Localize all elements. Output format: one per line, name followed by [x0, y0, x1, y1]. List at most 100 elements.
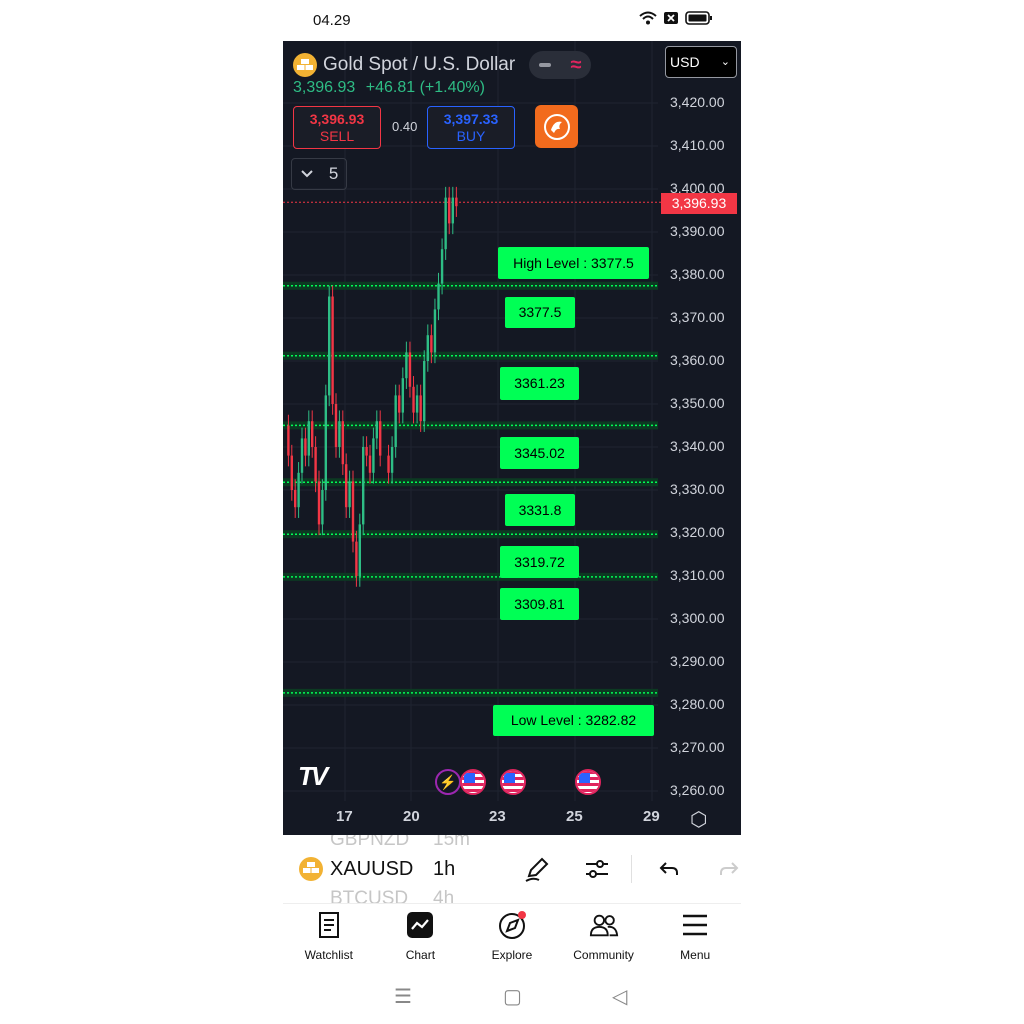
redo-button[interactable] — [713, 853, 741, 885]
sliders-icon — [586, 860, 608, 878]
candle-body — [348, 481, 351, 508]
level-label-6: 3309.81 — [500, 588, 579, 620]
symbol-title: Gold Spot / U.S. Dollar — [323, 54, 516, 75]
lightning-event-icon[interactable]: ⚡ — [435, 769, 461, 795]
active-symbol[interactable]: XAUUSD — [330, 858, 413, 881]
candle-body — [297, 472, 300, 508]
draw-tool-button[interactable] — [521, 853, 553, 885]
candle-body — [394, 395, 397, 447]
gold-bars-icon — [299, 857, 323, 881]
us-flag-event-icon[interactable] — [575, 769, 601, 795]
buy-label: BUY — [456, 128, 486, 144]
candle-body — [365, 447, 368, 456]
pen-icon — [525, 857, 549, 882]
broker-badge[interactable] — [535, 105, 578, 148]
next-interval[interactable]: 4h — [433, 888, 454, 903]
redo-icon — [720, 862, 739, 875]
nav-label: Explore — [491, 948, 533, 962]
candle-body — [426, 335, 429, 361]
symbol-header[interactable]: Gold Spot / U.S. Dollar ≈ — [293, 51, 592, 79]
settings-button[interactable] — [581, 853, 613, 885]
candle-body — [412, 386, 415, 413]
nav-watchlist[interactable]: Watchlist — [283, 904, 375, 966]
sell-label: SELL — [319, 128, 355, 144]
candle-body — [345, 464, 348, 508]
sim-off-icon — [664, 12, 678, 24]
y-tick-label: 3,350.00 — [670, 395, 725, 411]
phone-screen: 04.29 Gold Spot / U.S. Dollar ≈ 3,396.93… — [283, 0, 741, 1024]
y-tick-label: 3,260.00 — [670, 782, 725, 798]
candle-body — [294, 490, 297, 508]
chevron-down-icon — [300, 170, 313, 178]
chart-icon — [405, 910, 435, 940]
nav-chart[interactable]: Chart — [375, 904, 467, 966]
currency-value: USD — [670, 54, 700, 70]
symbol-switcher[interactable]: GBPNZD 15m XAUUSD 1h BTCUSD 4h — [283, 835, 741, 903]
candle-body — [341, 421, 344, 465]
x-tick-20: 20 — [403, 808, 420, 825]
chart-settings-icon[interactable]: ⬡ — [690, 807, 707, 832]
candle-body — [351, 481, 355, 542]
us-flag-event-icon[interactable] — [500, 769, 526, 795]
y-tick-label: 3,310.00 — [670, 567, 725, 583]
home-icon[interactable]: ▢ — [503, 984, 522, 1009]
candle-body — [328, 296, 331, 396]
us-flag-event-icon[interactable] — [460, 769, 486, 795]
sell-button[interactable]: 3,396.93 SELL — [293, 106, 381, 149]
wave-icon[interactable]: ≈ — [570, 54, 581, 77]
nav-label: Community — [573, 948, 634, 962]
candle-body — [314, 447, 317, 482]
candle-body — [437, 283, 440, 310]
candle-body — [290, 455, 293, 490]
active-interval[interactable]: 1h — [433, 858, 455, 881]
y-tick-label: 3,320.00 — [670, 524, 725, 540]
candle-body — [440, 249, 444, 284]
spread-value: 0.40 — [392, 119, 418, 134]
nav-explore[interactable]: Explore — [466, 904, 558, 966]
back-icon[interactable]: ◁ — [612, 984, 627, 1009]
candle-body — [355, 541, 358, 576]
undo-icon — [659, 862, 678, 875]
gold-logo — [293, 53, 317, 77]
current-price-tag: 3,396.93 — [661, 193, 737, 214]
level-label-1: 3377.5 — [505, 297, 575, 328]
y-tick-label: 3,290.00 — [670, 653, 725, 669]
price-change: +46.81 (+1.40%) — [365, 79, 485, 96]
y-tick-label: 3,280.00 — [670, 696, 725, 712]
candle-body — [444, 197, 447, 250]
x-tick-17: 17 — [336, 808, 353, 825]
next-symbol[interactable]: BTCUSD — [330, 888, 408, 903]
recents-icon[interactable]: ☰ — [394, 984, 412, 1009]
candle-body — [419, 395, 422, 422]
currency-select[interactable]: USD ⌄ — [665, 46, 737, 78]
level-label-4: 3331.8 — [505, 494, 575, 526]
x-tick-29: 29 — [643, 808, 660, 825]
nav-community[interactable]: Community — [558, 904, 650, 966]
prev-symbol[interactable]: GBPNZD — [330, 835, 409, 851]
dragon-icon — [543, 113, 570, 140]
undo-button[interactable] — [653, 853, 685, 885]
candle-body — [304, 438, 307, 456]
buy-button[interactable]: 3,397.33 BUY — [427, 106, 515, 149]
candle-body — [379, 421, 382, 456]
level-label-5: 3319.72 — [500, 546, 579, 578]
candle-body — [408, 352, 412, 387]
wifi-icon — [639, 11, 657, 25]
nav-menu[interactable]: Menu — [649, 904, 741, 966]
indicators-collapse[interactable]: 5 — [291, 158, 347, 190]
chart-mode-toggle[interactable]: ≈ — [529, 51, 592, 79]
candle-body — [317, 481, 321, 525]
minus-icon[interactable] — [538, 63, 551, 67]
prev-interval[interactable]: 15m — [433, 835, 470, 851]
people-icon — [589, 910, 619, 940]
chart-area[interactable]: Gold Spot / U.S. Dollar ≈ 3,396.93 +46.8… — [283, 41, 741, 835]
candle-body — [430, 335, 433, 353]
gold-bars-icon — [297, 59, 313, 70]
y-tick-label: 3,410.00 — [670, 137, 725, 153]
y-tick-label: 3,390.00 — [670, 223, 725, 239]
candle-body — [321, 490, 324, 525]
y-tick-label: 3,340.00 — [670, 438, 725, 454]
candle-body — [433, 309, 437, 353]
candle-body — [338, 421, 341, 447]
buy-price: 3,397.33 — [443, 111, 499, 127]
